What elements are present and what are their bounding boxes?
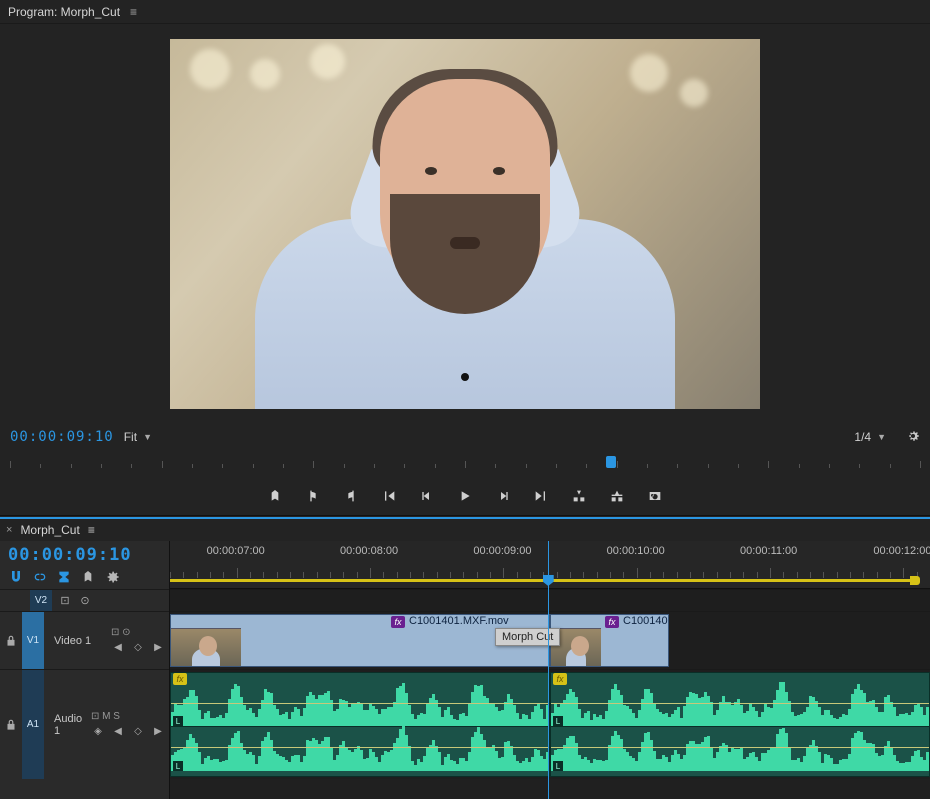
- chevron-down-icon: ▼: [877, 432, 886, 442]
- monitor-playhead-marker[interactable]: [606, 456, 616, 468]
- channel-badge-icon: L: [173, 716, 183, 726]
- next-keyframe-icon[interactable]: ▶: [151, 640, 165, 654]
- fx-badge-icon: [173, 673, 187, 685]
- program-title: Program: Morph_Cut: [8, 5, 120, 19]
- track-header-v1[interactable]: V1 Video 1 ⊡ ⊙ ◀ ◇ ▶: [0, 611, 169, 669]
- channel-badge-icon: L: [553, 716, 563, 726]
- lift-button[interactable]: [570, 487, 588, 505]
- ruler-label: 00:00:10:00: [607, 545, 665, 557]
- track-label-v1: Video 1: [50, 635, 107, 647]
- track-toggles-a1[interactable]: ⊡ M S: [91, 711, 165, 722]
- preview-frame[interactable]: [170, 39, 760, 409]
- add-keyframe-icon[interactable]: ◇: [131, 724, 145, 738]
- linked-selection-icon[interactable]: [32, 569, 48, 585]
- video-clip[interactable]: C1001401.MXF.mov: [550, 614, 669, 667]
- add-marker-icon[interactable]: [56, 569, 72, 585]
- audio-keyframe-icon[interactable]: ◈: [91, 724, 105, 738]
- playhead[interactable]: [548, 541, 549, 799]
- clip-label: C1001401.MXF.mov: [409, 615, 509, 627]
- track-lane-a1[interactable]: LLLL: [170, 669, 930, 779]
- clip-label: C1001401.MXF.mov: [623, 615, 669, 627]
- close-tab-icon[interactable]: ×: [6, 524, 12, 536]
- panel-menu-icon[interactable]: ≡: [88, 523, 95, 537]
- mark-in-button[interactable]: [304, 487, 322, 505]
- timeline-tabbar: × Morph_Cut ≡: [0, 519, 930, 541]
- settings-wrench-icon[interactable]: [906, 429, 920, 446]
- extract-button[interactable]: [608, 487, 626, 505]
- timeline-top-controls: 00:00:09:10: [0, 541, 169, 589]
- track-target-a1[interactable]: A1: [22, 670, 44, 779]
- transport-controls: [0, 476, 930, 516]
- audio-clip[interactable]: LL: [550, 672, 930, 777]
- track-header-area: 00:00:09:10 V2 ⊡⊙ V1 Video: [0, 541, 170, 799]
- fx-badge-icon: [553, 673, 567, 685]
- lock-icon[interactable]: [4, 718, 18, 732]
- program-timecode[interactable]: 00:00:09:10: [10, 429, 114, 445]
- sequence-tab[interactable]: Morph_Cut: [20, 523, 79, 537]
- timeline-panel: × Morph_Cut ≡ 00:00:09:10 V2 ⊡ ⊙: [0, 517, 930, 799]
- timeline-timecode[interactable]: 00:00:09:10: [8, 545, 161, 565]
- work-area-bar[interactable]: [170, 579, 910, 582]
- lock-icon[interactable]: [4, 634, 18, 648]
- audio-clip[interactable]: LL: [170, 672, 550, 777]
- timeline-tracks-area[interactable]: 00:00:07:00 00:00:08:00 00:00:09:00 00:00:1…: [170, 541, 930, 799]
- export-frame-button[interactable]: [646, 487, 664, 505]
- track-lane-v2[interactable]: [170, 589, 930, 611]
- ruler-label: 00:00:12:00: [873, 545, 930, 557]
- prev-keyframe-icon[interactable]: ◀: [111, 640, 125, 654]
- timeline-display-settings-icon[interactable]: [80, 569, 96, 585]
- program-monitor: [0, 24, 930, 424]
- step-back-button[interactable]: [418, 487, 436, 505]
- track-target-v1[interactable]: V1: [22, 612, 44, 669]
- fx-badge-icon: [605, 616, 619, 628]
- track-toggles-v1[interactable]: ⊡ ⊙: [111, 627, 165, 638]
- program-panel-header: Program: Morph_Cut ≡: [0, 0, 930, 24]
- track-lane-v1[interactable]: C1001401.MXF.movC1001401.MXF.movMorph Cu…: [170, 611, 930, 669]
- track-label-a1: Audio 1: [50, 713, 87, 737]
- ruler-label: 00:00:08:00: [340, 545, 398, 557]
- chevron-down-icon: ▼: [143, 432, 152, 442]
- sync-lock-icon[interactable]: ⊙: [78, 594, 92, 608]
- channel-badge-icon: L: [173, 761, 183, 771]
- track-header-a1[interactable]: A1 Audio 1 ⊡ M S ◈ ◀ ◇ ▶: [0, 669, 169, 779]
- channel-badge-icon: L: [553, 761, 563, 771]
- wrench-icon[interactable]: [104, 569, 120, 585]
- track-target-v2[interactable]: V2: [30, 590, 52, 611]
- playback-resolution-label: 1/4: [854, 430, 871, 444]
- add-keyframe-icon[interactable]: ◇: [131, 640, 145, 654]
- monitor-info-bar: 00:00:09:10 Fit ▼ 1/4 ▼: [0, 424, 930, 450]
- step-forward-button[interactable]: [494, 487, 512, 505]
- next-keyframe-icon[interactable]: ▶: [151, 724, 165, 738]
- snap-icon[interactable]: [8, 569, 24, 585]
- playback-resolution-dropdown[interactable]: 1/4 ▼: [854, 430, 886, 444]
- ruler-label: 00:00:09:00: [473, 545, 531, 557]
- zoom-fit-dropdown[interactable]: Fit ▼: [124, 430, 152, 444]
- mark-out-button[interactable]: [342, 487, 360, 505]
- track-output-toggle-icon[interactable]: ⊡: [58, 594, 72, 608]
- go-to-in-button[interactable]: [380, 487, 398, 505]
- prev-keyframe-icon[interactable]: ◀: [111, 724, 125, 738]
- play-button[interactable]: [456, 487, 474, 505]
- add-marker-button[interactable]: [266, 487, 284, 505]
- track-header-v2[interactable]: V2 ⊡ ⊙: [0, 589, 169, 611]
- monitor-scrub-bar[interactable]: [10, 454, 920, 476]
- fx-badge-icon: [391, 616, 405, 628]
- panel-menu-icon[interactable]: ≡: [130, 5, 137, 19]
- transition-label[interactable]: Morph Cut: [495, 628, 560, 646]
- ruler-label: 00:00:11:00: [740, 545, 797, 557]
- video-clip[interactable]: C1001401.MXF.mov: [170, 614, 550, 667]
- zoom-fit-label: Fit: [124, 430, 137, 444]
- ruler-label: 00:00:07:00: [207, 545, 265, 557]
- go-to-out-button[interactable]: [532, 487, 550, 505]
